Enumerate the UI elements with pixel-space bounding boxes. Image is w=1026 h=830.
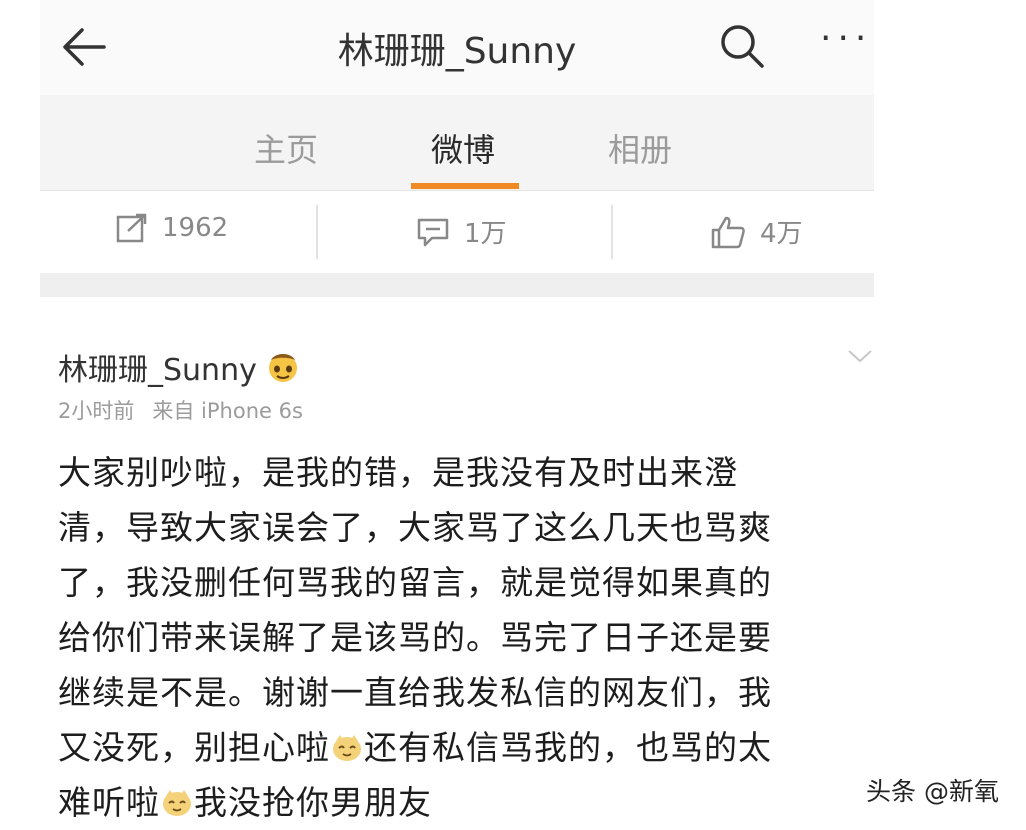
emoji-badge-icon [268, 354, 297, 382]
post-line: 我没抢你男朋友 [194, 783, 432, 822]
comment-icon [417, 218, 449, 246]
repost-count: 1962 [162, 213, 229, 243]
post-line: 给你们带来误解了是该骂的。骂完了日子还是要 [58, 618, 772, 657]
smile-emoji-icon [163, 790, 191, 816]
chevron-down-icon[interactable] [846, 347, 874, 365]
tab-home[interactable]: 主页 [254, 125, 318, 171]
author-name: 林珊珊_Sunny [58, 353, 257, 388]
stat-divider [316, 205, 318, 259]
like-button[interactable]: 4万 [710, 213, 803, 250]
post-meta: 2小时前 来自 iPhone 6s [58, 395, 303, 425]
tab-album[interactable]: 相册 [608, 125, 672, 171]
header-bar: 林珊珊_Sunny ··· [40, 0, 874, 95]
post-line: 继续是不是。谢谢一直给我发私信的网友们，我 [58, 673, 772, 712]
post-line: 难听啦 [58, 783, 160, 822]
post-line: 大家别吵啦，是我的错，是我没有及时出来澄 [58, 453, 738, 492]
section-separator [40, 273, 874, 297]
profile-tabs: 主页 微博 相册 [40, 95, 874, 190]
smile-emoji-icon [333, 735, 361, 761]
stat-divider [611, 205, 613, 259]
active-tab-indicator [411, 183, 519, 189]
post-line: 还有私信骂我的，也骂的太 [364, 728, 772, 767]
post-stats-bar: 1962 1万 4万 [40, 190, 874, 274]
post-line: 清，导致大家误会了，大家骂了这么几天也骂爽 [58, 508, 772, 547]
repost-icon [116, 213, 147, 243]
comment-button[interactable]: 1万 [416, 213, 507, 250]
repost-button[interactable]: 1962 [116, 213, 228, 243]
tab-weibo[interactable]: 微博 [431, 125, 495, 171]
comment-count: 1万 [464, 219, 507, 249]
watermark: 头条 @新氧 [866, 777, 999, 806]
post-time: 2小时前 [58, 399, 135, 423]
like-count: 4万 [760, 219, 803, 249]
post-author[interactable]: 林珊珊_Sunny [58, 345, 301, 389]
weibo-post-card: 林珊珊_Sunny 2小时前 来自 iPhone 6s 大家别吵啦，是我的错，是我… [40, 297, 874, 826]
post-source: 来自 iPhone 6s [152, 399, 303, 423]
more-icon[interactable]: ··· [820, 18, 872, 59]
post-body: 大家别吵啦，是我的错，是我没有及时出来澄 清，导致大家误会了，大家骂了这么几天也… [58, 445, 878, 830]
post-line: 了，我没删任何骂我的留言，就是觉得如果真的 [58, 563, 772, 602]
thumbs-up-icon [711, 216, 745, 248]
post-line: 又没死，别担心啦 [58, 728, 330, 767]
search-icon[interactable] [718, 22, 766, 70]
